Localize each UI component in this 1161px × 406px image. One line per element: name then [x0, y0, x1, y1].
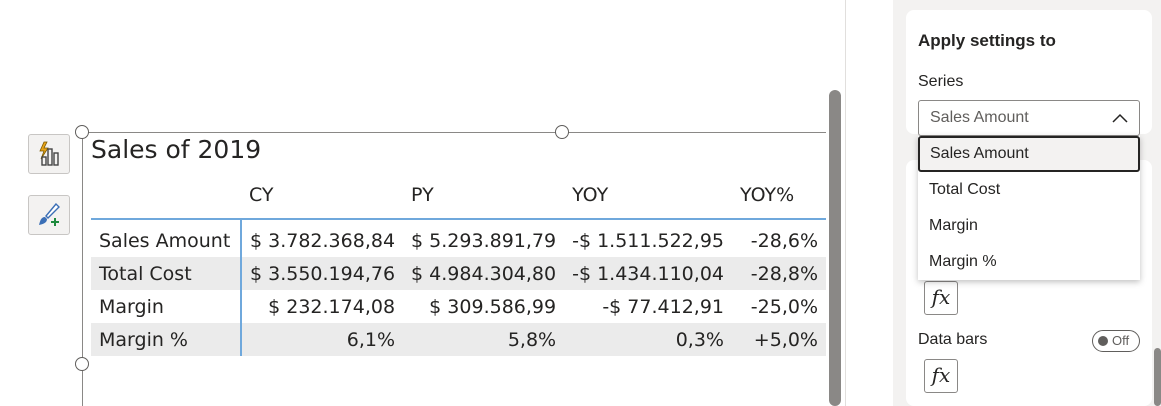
cell-yoy: -$ 1.511.522,95 [572, 229, 724, 252]
cell-py: $ 5.293.891,79 [411, 229, 557, 252]
column-header-cy[interactable]: CY [241, 172, 404, 220]
dropdown-option-sales-amount[interactable]: Sales Amount [918, 136, 1140, 172]
data-bars-toggle[interactable]: Off [1092, 330, 1140, 352]
fx-button[interactable]: fx [924, 281, 958, 315]
toggle-knob [1098, 336, 1108, 346]
column-header-py[interactable]: PY [403, 172, 565, 220]
cell-yoy: -$ 1.434.110,04 [564, 257, 732, 290]
resize-handle-top-left[interactable] [75, 125, 89, 139]
column-header-yoy-pct[interactable]: YOY% [732, 172, 826, 220]
series-label: Series [918, 73, 964, 90]
row-header: Total Cost [91, 257, 242, 290]
format-visual-button[interactable] [28, 134, 70, 174]
table-row[interactable]: Sales Amount $ 3.782.368,84 $ 5.293.891,… [91, 219, 826, 257]
resize-handle-top-center[interactable] [555, 125, 569, 139]
cell-yoy-pct: -25,0% [750, 295, 818, 318]
apply-settings-heading: Apply settings to [918, 31, 1056, 50]
data-bars-label: Data bars [918, 331, 988, 348]
cell-py: 5,8% [403, 323, 565, 356]
resize-handle-middle-left[interactable] [75, 357, 89, 371]
series-dropdown-list: Sales Amount Total Cost Margin Margin % [918, 136, 1140, 280]
visual-title: Sales of 2019 [91, 135, 262, 164]
cell-py: $ 309.586,99 [429, 295, 557, 318]
format-paintbrush-add-icon [39, 202, 60, 226]
fx-button-data-bars[interactable]: fx [924, 359, 958, 393]
cell-py: $ 4.984.304,80 [403, 257, 565, 290]
cell-yoy-pct: +5,0% [732, 323, 826, 356]
canvas-pane-divider [845, 0, 846, 406]
canvas-scrollbar[interactable] [829, 90, 841, 406]
cell-yoy-pct: -28,8% [732, 257, 826, 290]
cell-yoy: -$ 77.412,91 [602, 295, 724, 318]
row-header: Margin % [91, 323, 242, 356]
visual-border-top [82, 132, 826, 133]
column-header-row: CY PY YOY YOY% [91, 172, 826, 220]
cell-cy: $ 3.782.368,84 [250, 229, 396, 252]
dropdown-option-margin[interactable]: Margin [918, 208, 1140, 244]
format-paint-button[interactable] [28, 195, 70, 235]
cell-yoy-pct: -28,6% [750, 229, 818, 252]
pane-scrollbar[interactable] [1154, 348, 1161, 406]
dropdown-option-total-cost[interactable]: Total Cost [918, 172, 1140, 208]
table-row[interactable]: Margin % 6,1% 5,8% 0,3% +5,0% [91, 323, 826, 356]
row-header: Sales Amount [91, 219, 242, 257]
chevron-up-icon [1112, 113, 1128, 123]
cell-cy: 6,1% [241, 323, 404, 356]
matrix-table: CY PY YOY YOY% Sales Amount $ 3.782.368,… [91, 172, 826, 356]
cell-cy: $ 232.174,08 [268, 295, 396, 318]
toggle-state-label: Off [1112, 333, 1130, 348]
column-header-yoy[interactable]: YOY [564, 172, 732, 220]
dropdown-option-margin-pct[interactable]: Margin % [918, 244, 1140, 280]
column-header-empty [91, 172, 241, 220]
format-visual-icon [39, 141, 59, 166]
cell-yoy: 0,3% [564, 323, 732, 356]
row-header: Margin [91, 290, 242, 323]
series-dropdown[interactable]: Sales Amount [918, 100, 1140, 136]
table-row[interactable]: Margin $ 232.174,08 $ 309.586,99 -$ 77.4… [91, 290, 826, 323]
series-dropdown-value: Sales Amount [930, 109, 1029, 126]
cell-cy: $ 3.550.194,76 [241, 257, 404, 290]
table-row[interactable]: Total Cost $ 3.550.194,76 $ 4.984.304,80… [91, 257, 826, 290]
